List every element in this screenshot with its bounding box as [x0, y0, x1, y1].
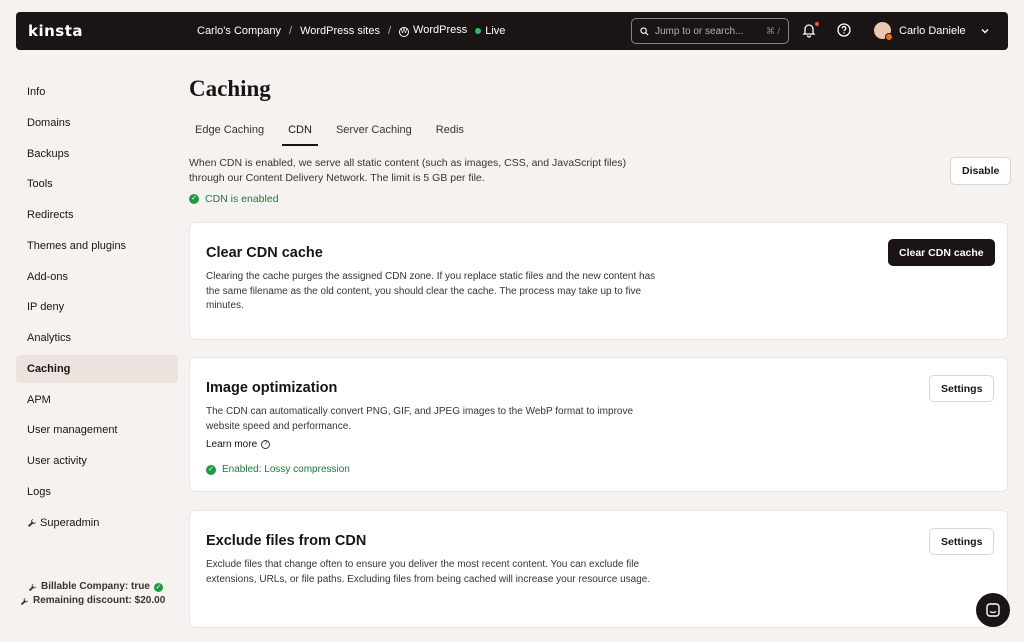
cdn-status-label: CDN is enabled — [205, 193, 279, 205]
learn-more-link[interactable]: Learn more ? — [206, 439, 271, 450]
tab-server-caching[interactable]: Server Caching — [330, 120, 418, 146]
user-name: Carlo Daniele — [899, 24, 966, 37]
top-bar: kinsta Carlo's Company / WordPress sites… — [16, 12, 1008, 50]
check-circle-icon: ✓ — [189, 194, 199, 204]
breadcrumb-site[interactable]: W WordPress — [399, 24, 467, 37]
tab-edge-caching[interactable]: Edge Caching — [189, 120, 270, 146]
cdn-intro-text: When CDN is enabled, we serve all static… — [189, 157, 627, 184]
search-icon — [640, 26, 649, 35]
clear-cdn-cache-card: Clear CDN cache Clearing the cache purge… — [189, 222, 1008, 340]
sidebar-item-add-ons[interactable]: Add-ons — [16, 263, 178, 291]
kinsta-logo[interactable]: kinsta — [28, 22, 83, 40]
exclude-files-settings-button[interactable]: Settings — [929, 528, 995, 555]
exclude-files-card: Exclude files from CDN Exclude files tha… — [189, 510, 1008, 628]
check-icon: ✓ — [153, 582, 163, 592]
breadcrumb-separator: / — [387, 24, 392, 37]
chat-icon — [986, 603, 1000, 617]
image-optimization-card: Image optimization The CDN can automatic… — [189, 357, 1008, 492]
sidebar-item-caching[interactable]: Caching — [16, 354, 178, 383]
tab-redis[interactable]: Redis — [430, 120, 470, 146]
sidebar-item-logs[interactable]: Logs — [16, 478, 178, 506]
card-title: Clear CDN cache — [206, 245, 323, 261]
notifications-button[interactable] — [801, 22, 819, 40]
help-icon: ? — [261, 440, 271, 449]
image-optimization-settings-button[interactable]: Settings — [929, 375, 995, 402]
notification-dot — [815, 22, 819, 26]
live-status: Live — [475, 25, 505, 37]
avatar — [874, 22, 893, 41]
billable-company-row: Billable Company: true ✓ — [28, 580, 165, 594]
wrench-icon — [28, 583, 37, 591]
help-button[interactable] — [836, 22, 854, 40]
wordpress-icon: W — [399, 27, 410, 37]
tab-cdn[interactable]: CDN — [282, 120, 318, 146]
sidebar-item-redirects[interactable]: Redirects — [16, 201, 178, 229]
card-description: Clearing the cache purges the assigned C… — [206, 271, 656, 311]
wrench-icon — [28, 518, 36, 527]
breadcrumb: Carlo's Company / WordPress sites / W Wor… — [197, 24, 505, 37]
check-circle-icon: ✓ — [206, 464, 216, 475]
caching-tabs: Edge Caching CDN Server Caching Redis — [189, 120, 482, 146]
cdn-status: ✓ CDN is enabled — [189, 193, 279, 205]
chat-button[interactable] — [976, 593, 1010, 627]
live-dot-icon — [475, 27, 482, 34]
billable-company-text: Billable Company: true — [41, 581, 150, 592]
breadcrumb-site-label: WordPress — [413, 24, 468, 36]
learn-more-label: Learn more — [206, 439, 258, 450]
remaining-discount-text: Remaining discount: $20.00 — [33, 595, 166, 606]
search-shortcut: ⌘ / — [765, 25, 780, 36]
sidebar-item-backups[interactable]: Backups — [16, 140, 178, 168]
search-placeholder: Jump to or search... — [655, 25, 744, 37]
sidebar-item-user-management[interactable]: User management — [16, 416, 178, 444]
sidebar-item-ip-deny[interactable]: IP deny — [16, 293, 178, 321]
status-label: Enabled: Lossy compression — [222, 464, 350, 475]
card-title: Image optimization — [206, 380, 338, 396]
help-icon — [837, 23, 851, 37]
sidebar-item-label: Superadmin — [40, 516, 100, 529]
live-status-label: Live — [485, 24, 506, 37]
sidebar: Info Domains Backups Tools Redirects The… — [16, 78, 178, 539]
sidebar-item-tools[interactable]: Tools — [16, 170, 178, 198]
sidebar-item-user-activity[interactable]: User activity — [16, 447, 178, 475]
clear-cdn-cache-button[interactable]: Clear CDN cache — [888, 239, 995, 266]
sidebar-footer: Billable Company: true ✓ Remaining disco… — [20, 580, 165, 608]
sidebar-item-analytics[interactable]: Analytics — [16, 324, 178, 352]
user-menu[interactable]: Carlo Daniele — [874, 22, 990, 41]
breadcrumb-separator: / — [289, 24, 293, 37]
breadcrumb-wordpress-sites[interactable]: WordPress sites — [300, 25, 380, 37]
image-optimization-status: ✓ Enabled: Lossy compression — [206, 464, 350, 475]
remaining-discount-row: Remaining discount: $20.00 — [20, 594, 165, 608]
sidebar-item-apm[interactable]: APM — [16, 386, 178, 414]
breadcrumb-company[interactable]: Carlo's Company — [197, 25, 281, 37]
sidebar-item-info[interactable]: Info — [16, 78, 178, 106]
disable-button[interactable]: Disable — [950, 157, 1012, 185]
sidebar-item-domains[interactable]: Domains — [16, 109, 178, 137]
sidebar-item-superadmin[interactable]: Superadmin — [16, 509, 178, 537]
card-description: Exclude files that change often to ensur… — [206, 559, 651, 585]
card-title: Exclude files from CDN — [206, 533, 367, 549]
search-input[interactable]: Jump to or search... ⌘ / — [631, 18, 789, 44]
card-description: The CDN can automatically convert PNG, G… — [206, 406, 634, 432]
page-title: Caching — [189, 76, 271, 101]
wrench-icon — [20, 597, 29, 605]
chevron-down-icon — [981, 28, 989, 33]
sidebar-item-themes-plugins[interactable]: Themes and plugins — [16, 232, 178, 260]
